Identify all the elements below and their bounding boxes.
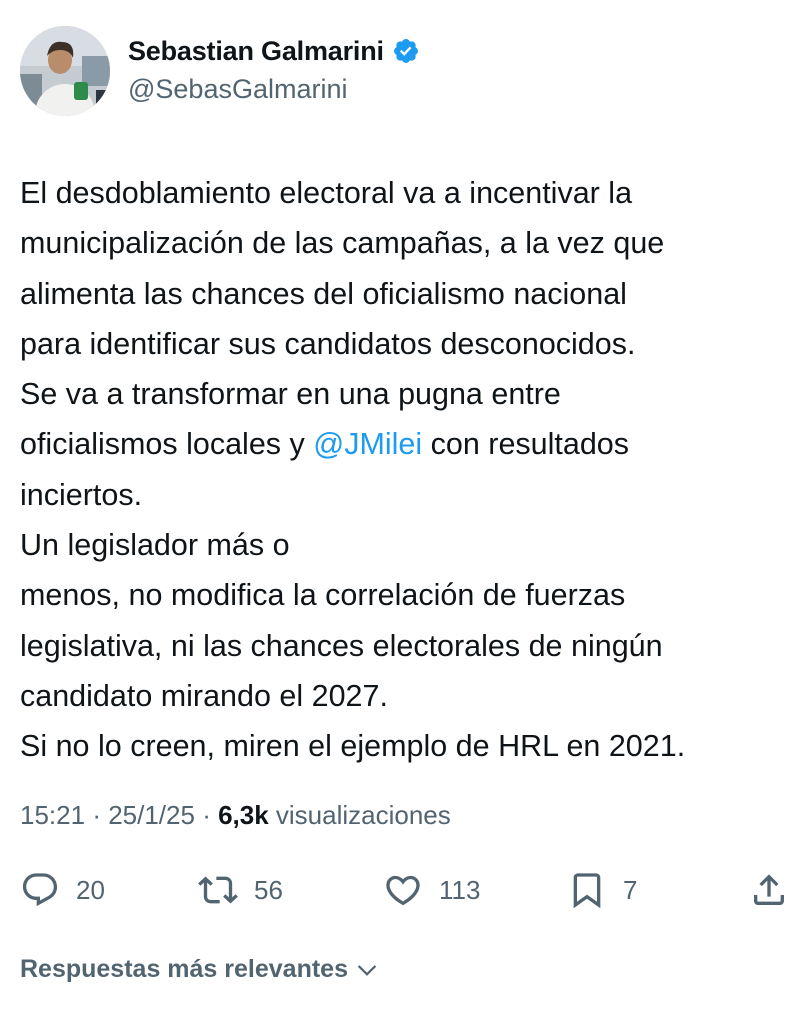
- reply-button[interactable]: 20: [20, 862, 105, 918]
- tweet-text-line: municipalización de las campañas, a la v…: [20, 218, 795, 268]
- views-count: 6,3k: [218, 800, 276, 830]
- tweet-date[interactable]: 25/1/25: [108, 800, 195, 830]
- author-handle[interactable]: @SebasGalmarini: [128, 74, 348, 105]
- tweet-meta: 15:21 · 25/1/25 · 6,3k visualizaciones: [20, 800, 451, 831]
- tweet-text-line: para identificar sus candidatos desconoc…: [20, 319, 795, 369]
- tweet-text-segment: Si no lo creen, miren el ejemplo de HRL …: [20, 729, 686, 764]
- views-label: visualizaciones: [275, 800, 451, 830]
- tweet-text: El desdoblamiento electoral va a incenti…: [20, 168, 795, 772]
- tweet-text-segment: alimenta las chances del oficialismo nac…: [20, 276, 627, 311]
- heart-icon: [386, 875, 420, 906]
- like-button[interactable]: 113: [383, 862, 480, 918]
- tweet-text-segment: municipalización de las campañas, a la v…: [20, 226, 665, 261]
- mention-link[interactable]: @JMilei: [313, 427, 422, 461]
- display-name[interactable]: Sebastian Galmarini: [128, 36, 384, 67]
- tweet-text-segment: con resultados: [422, 427, 630, 462]
- meta-separator: ·: [202, 800, 219, 830]
- tweet-text-segment: candidato mirando el 2027.: [20, 678, 388, 713]
- like-count: 113: [439, 874, 481, 905]
- tweet-text-line: Si no lo creen, miren el ejemplo de HRL …: [20, 721, 795, 771]
- tweet-text-line: El desdoblamiento electoral va a incenti…: [20, 168, 795, 218]
- reply-count: 20: [76, 874, 105, 905]
- bookmark-button[interactable]: 7: [567, 862, 637, 918]
- tweet-text-segment: menos, no modifica la correlación de fue…: [20, 578, 626, 613]
- replies-sort-label: Respuestas más relevantes: [20, 955, 348, 983]
- tweet-text-segment: El desdoblamiento electoral va a incenti…: [20, 176, 633, 210]
- replies-sort-dropdown[interactable]: Respuestas más relevantes: [20, 955, 380, 984]
- action-bar: 20 56 113 7: [0, 862, 809, 918]
- bookmark-icon: [573, 873, 601, 909]
- tweet-text-line: Se va a transformar en una pugna entre: [20, 369, 795, 419]
- retweet-count: 56: [254, 874, 283, 905]
- tweet-text-line: Un legislador más o: [20, 520, 795, 570]
- share-icon: [754, 874, 784, 905]
- tweet-text-segment: para identificar sus candidatos desconoc…: [20, 326, 636, 361]
- tweet-text-segment: oficialismos locales y: [20, 427, 314, 462]
- tweet-text-line: candidato mirando el 2027.: [20, 671, 795, 721]
- tweet-text-line: oficialismos locales y @JMilei con resul…: [20, 419, 795, 469]
- tweet-time[interactable]: 15:21: [20, 800, 85, 830]
- retweet-button[interactable]: 56: [198, 862, 283, 918]
- reply-icon: [22, 873, 58, 907]
- avatar[interactable]: [20, 26, 110, 116]
- retweet-icon: [198, 876, 238, 904]
- verified-badge-icon[interactable]: [392, 37, 420, 65]
- tweet-text-line: inciertos.: [20, 470, 795, 520]
- bookmark-count: 7: [623, 874, 638, 905]
- tweet-text-segment: Se va a transformar en una pugna entre: [20, 377, 561, 412]
- share-button[interactable]: [749, 862, 789, 918]
- tweet-text-segment: Un legislador más o: [20, 528, 290, 563]
- author-name-row: Sebastian Galmarini: [128, 33, 420, 69]
- tweet-text-segment: inciertos.: [20, 477, 143, 512]
- tweet-text-line: alimenta las chances del oficialismo nac…: [20, 269, 795, 319]
- profile-photo: [20, 26, 110, 116]
- chevron-down-icon: [357, 964, 377, 976]
- tweet-text-line: menos, no modifica la correlación de fue…: [20, 570, 795, 620]
- meta-separator: ·: [92, 800, 109, 830]
- tweet-text-line: legislativa, ni las chances electorales …: [20, 621, 795, 671]
- tweet-text-segment: legislativa, ni las chances electorales …: [20, 628, 663, 663]
